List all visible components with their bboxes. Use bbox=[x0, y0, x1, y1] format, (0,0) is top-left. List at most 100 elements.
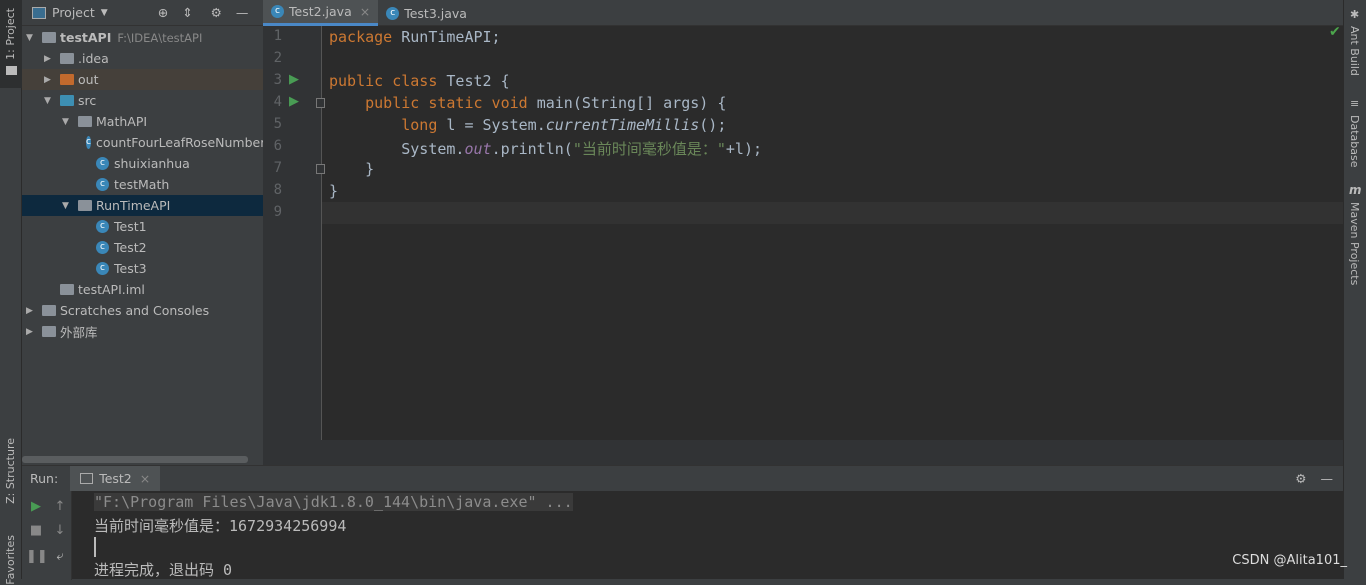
project-tool-label: 1: Project bbox=[4, 8, 17, 60]
tree-item[interactable]: c testMath bbox=[22, 174, 263, 195]
down-arrow-icon[interactable]: ↓ bbox=[50, 523, 70, 538]
tree-item[interactable]: c Test3 bbox=[22, 258, 263, 279]
tree-item[interactable]: ▶ .idea bbox=[22, 48, 263, 69]
ant-build-button[interactable]: Ant Build bbox=[1348, 26, 1361, 76]
expanded-arrow-icon[interactable]: ▼ bbox=[44, 96, 54, 106]
tree-item[interactable]: testAPI.iml bbox=[22, 279, 263, 300]
run-gutter-icon[interactable]: ▶ bbox=[289, 94, 299, 109]
favorites-tool-button[interactable]: Favorites bbox=[4, 535, 17, 585]
collapsed-arrow-icon[interactable]: ▶ bbox=[26, 306, 36, 316]
chevron-down-icon[interactable]: ▼ bbox=[101, 8, 108, 18]
tree-item[interactable]: ▼ RunTimeAPI bbox=[22, 195, 263, 216]
project-panel-header: Project ▼ ⊕ ⇕ ⚙ — bbox=[22, 0, 263, 26]
close-icon[interactable]: × bbox=[140, 471, 150, 486]
module-icon bbox=[42, 32, 56, 43]
code-line-3[interactable]: public class Test2 { bbox=[329, 72, 510, 90]
expanded-arrow-icon[interactable]: ▼ bbox=[26, 33, 36, 43]
gear-icon[interactable]: ⚙ bbox=[1295, 471, 1306, 486]
code-line-4[interactable]: public static void main(String[] args) { bbox=[329, 94, 726, 112]
tree-item[interactable]: ▼ MathAPI bbox=[22, 111, 263, 132]
stop-icon[interactable]: ■ bbox=[26, 523, 46, 538]
tree-item-label: MathAPI bbox=[96, 114, 148, 129]
collapsed-arrow-icon[interactable]: ▶ bbox=[26, 327, 36, 337]
java-class-icon: c bbox=[86, 136, 91, 149]
run-panel: Run: Test2 × ⚙ — ▶ ■ ❚❚ ↑ ↓ ⤶ "F:\Progra… bbox=[22, 465, 1347, 580]
text-cursor bbox=[94, 537, 96, 557]
collapse-all-icon[interactable]: ⇕ bbox=[182, 5, 192, 20]
scratches-icon bbox=[42, 305, 56, 316]
gear-icon[interactable]: ⚙ bbox=[211, 5, 222, 20]
tab-label: Test3.java bbox=[404, 5, 467, 21]
tree-item[interactable]: c Test2 bbox=[22, 237, 263, 258]
maven-icon: m bbox=[1349, 183, 1362, 197]
tree-item[interactable]: ▶ out bbox=[22, 69, 263, 90]
right-tool-strip: ✱ Ant Build ≡ Database m Maven Projects bbox=[1343, 0, 1366, 579]
run-gutter-icon[interactable]: ▶ bbox=[289, 72, 299, 87]
code-line-1[interactable]: package RunTimeAPI; bbox=[329, 28, 501, 46]
console-exit-line: 进程完成，退出码 0 bbox=[94, 561, 233, 579]
minimize-icon[interactable]: — bbox=[1321, 471, 1334, 486]
collapsed-arrow-icon[interactable]: ▶ bbox=[44, 54, 54, 64]
minimize-icon[interactable]: — bbox=[236, 5, 249, 20]
project-view-selector[interactable]: Project bbox=[52, 5, 95, 20]
code-line-8[interactable]: } bbox=[329, 182, 338, 200]
tab-test3[interactable]: c Test3.java bbox=[378, 0, 475, 26]
tree-item-label: RunTimeAPI bbox=[96, 198, 171, 213]
pause-icon[interactable]: ❚❚ bbox=[26, 549, 48, 564]
java-class-icon: c bbox=[386, 6, 400, 20]
tree-item-label: Test2 bbox=[114, 240, 147, 255]
check-icon: ✔ bbox=[1329, 24, 1341, 40]
expanded-arrow-icon[interactable]: ▼ bbox=[62, 201, 72, 211]
line-number: 7 bbox=[273, 160, 282, 176]
tree-item-label: countFourLeafRoseNumber bbox=[95, 135, 263, 150]
structure-tool-button[interactable]: Z: Structure bbox=[4, 438, 17, 504]
maven-projects-button[interactable]: Maven Projects bbox=[1348, 202, 1361, 285]
tree-item-label: testAPI bbox=[60, 30, 112, 45]
package-icon bbox=[78, 200, 92, 211]
locate-icon[interactable]: ⊕ bbox=[158, 5, 168, 20]
project-tool-button[interactable]: 1: Project bbox=[0, 0, 22, 88]
java-class-icon: c bbox=[96, 262, 109, 275]
editor-tabs: c Test2.java × c Test3.java bbox=[263, 0, 1343, 26]
watermark: CSDN @Alita101_ bbox=[1232, 553, 1347, 568]
editor-footer bbox=[263, 440, 1343, 465]
run-panel-header: Run: Test2 × ⚙ — bbox=[22, 466, 1343, 491]
tree-item[interactable]: c countFourLeafRoseNumber bbox=[22, 132, 263, 153]
tree-item[interactable]: ▼ src bbox=[22, 90, 263, 111]
tab-label: Test2.java bbox=[289, 4, 352, 19]
module-path: F:\IDEA\testAPI bbox=[117, 30, 203, 45]
fold-icon[interactable] bbox=[316, 98, 325, 108]
tree-item-label: Test1 bbox=[114, 219, 147, 234]
code-line-5[interactable]: long l = System.currentTimeMillis(); bbox=[329, 116, 726, 134]
tree-item-label: .idea bbox=[78, 51, 109, 66]
line-number: 9 bbox=[273, 204, 282, 220]
line-number: 1 bbox=[273, 28, 282, 44]
tree-item[interactable]: c Test1 bbox=[22, 216, 263, 237]
rerun-icon[interactable]: ▶ bbox=[26, 499, 46, 514]
expanded-arrow-icon[interactable]: ▼ bbox=[62, 117, 72, 127]
run-tab-label: Test2 bbox=[99, 471, 132, 486]
code-line-6[interactable]: System.out.println("当前时间毫秒值是："+l); bbox=[329, 138, 762, 159]
tree-item[interactable]: ▼ testAPI F:\IDEA\testAPI bbox=[22, 27, 263, 48]
console-output-line: 当前时间毫秒值是：1672934256994 bbox=[94, 517, 347, 535]
collapsed-arrow-icon[interactable]: ▶ bbox=[44, 75, 54, 85]
close-icon[interactable]: × bbox=[360, 4, 370, 19]
libraries-icon bbox=[42, 326, 56, 337]
tab-test2[interactable]: c Test2.java × bbox=[263, 0, 379, 26]
soft-wrap-icon[interactable]: ⤶ bbox=[50, 549, 70, 564]
tree-item[interactable]: c shuixianhua bbox=[22, 153, 263, 174]
run-tab-test2[interactable]: Test2 × bbox=[70, 466, 161, 491]
tree-item-label: shuixianhua bbox=[114, 156, 190, 171]
tree-item[interactable]: ▶ 外部库 bbox=[22, 321, 263, 342]
fold-icon[interactable] bbox=[316, 164, 325, 174]
horizontal-scrollbar[interactable] bbox=[22, 456, 248, 463]
tree-item[interactable]: ▶ Scratches and Consoles bbox=[22, 300, 263, 321]
database-button[interactable]: Database bbox=[1348, 115, 1361, 168]
tree-item-label: Scratches and Consoles bbox=[60, 303, 210, 318]
java-class-icon: c bbox=[271, 5, 284, 18]
line-number: 5 bbox=[273, 116, 282, 132]
package-icon bbox=[78, 116, 92, 127]
up-arrow-icon[interactable]: ↑ bbox=[50, 499, 70, 514]
project-view-icon bbox=[32, 6, 46, 19]
code-line-7[interactable]: } bbox=[329, 160, 374, 178]
